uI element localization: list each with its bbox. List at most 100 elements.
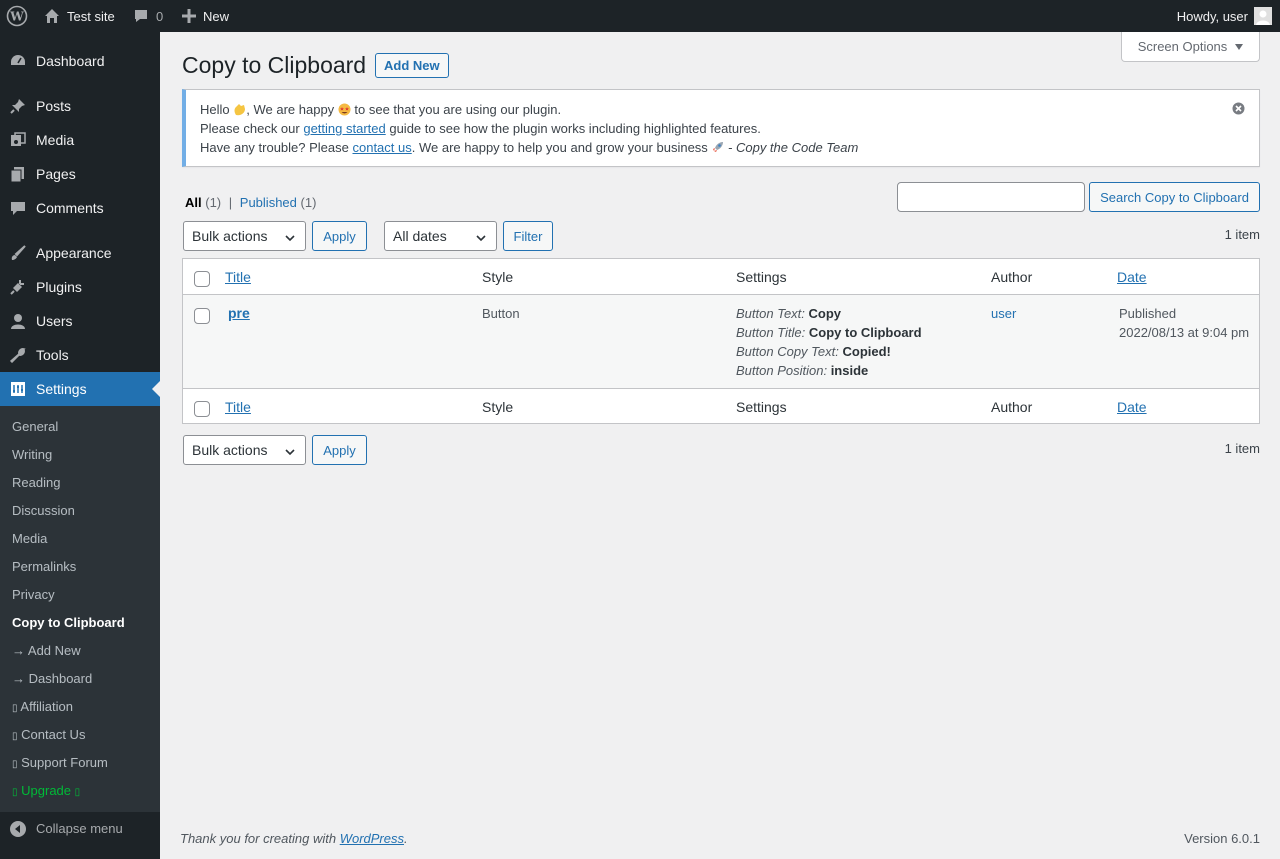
new-content-link[interactable]: New (182, 0, 229, 32)
screen-options-button[interactable]: Screen Options (1121, 32, 1260, 62)
submenu-permalinks[interactable]: Permalinks (12, 559, 76, 574)
chevron-down-icon (284, 445, 296, 461)
items-count-top: 1 item (1224, 227, 1260, 242)
account-menu[interactable]: Howdy, user (1177, 0, 1272, 32)
submenu-writing[interactable]: Writing (12, 447, 52, 462)
notice-line-2: Please check our getting started guide t… (200, 121, 761, 136)
comments-link[interactable]: 0 (133, 0, 163, 32)
settings-submenu: General Writing Reading Discussion Media… (0, 406, 160, 812)
admin-menu: Dashboard Posts Media Pages Comments App… (0, 32, 160, 859)
collapse-menu-button[interactable]: Collapse menu (0, 812, 160, 846)
external-link-icon: ▯ (74, 787, 81, 798)
caret-down-icon (1235, 43, 1244, 50)
row-checkbox[interactable] (194, 308, 210, 324)
column-date-sort-bottom[interactable]: Date (1117, 399, 1147, 415)
dismiss-notice-icon[interactable] (1232, 102, 1245, 118)
apply-button-bottom[interactable]: Apply (312, 435, 367, 465)
menu-posts[interactable]: Posts (0, 89, 160, 123)
setting-button-position: Button Position: inside (736, 363, 869, 378)
column-settings-bottom: Settings (736, 399, 787, 415)
rocket-icon (711, 141, 724, 154)
search-input[interactable] (897, 182, 1085, 212)
menu-settings[interactable]: Settings (0, 372, 160, 406)
bulk-actions-select-top[interactable]: Bulk actions (183, 221, 306, 251)
avatar (1254, 7, 1272, 25)
notice-line-1: Hello , We are happy to see that you are… (200, 102, 562, 117)
column-title-sort-bottom[interactable]: Title (225, 399, 251, 415)
menu-tools[interactable]: Tools (0, 338, 160, 372)
chevron-down-icon (475, 231, 487, 247)
wordpress-link[interactable]: WordPress (340, 831, 404, 846)
table-footer: Title Style Settings Author Date (183, 388, 1259, 424)
filter-published-link[interactable]: Published (240, 195, 297, 210)
forum-icon: ▯ (12, 759, 18, 770)
bulk-actions-select-bottom[interactable]: Bulk actions (183, 435, 306, 465)
setting-button-text: Button Text: Copy (736, 306, 842, 321)
menu-comments[interactable]: Comments (0, 191, 160, 225)
menu-dashboard[interactable]: Dashboard (0, 44, 160, 78)
setting-button-title: Button Title: Copy to Clipboard (736, 325, 922, 340)
user-icon (10, 313, 26, 329)
pages-icon (10, 166, 26, 183)
select-all-checkbox[interactable] (194, 271, 210, 287)
submenu-privacy[interactable]: Privacy (12, 587, 55, 602)
site-name-link[interactable]: Test site (44, 0, 115, 32)
star-eyes-emoji-icon (338, 103, 351, 116)
page-title: Copy to Clipboard (182, 52, 367, 78)
filter-button[interactable]: Filter (503, 221, 553, 251)
footer-thanks: Thank you for creating with WordPress. (180, 831, 408, 846)
column-author-bottom: Author (991, 399, 1033, 415)
filter-all-link[interactable]: All (185, 195, 202, 210)
submenu-support-forum[interactable]: ▯ Support Forum (12, 755, 108, 770)
contact-us-link[interactable]: contact us (352, 140, 411, 155)
footer-version: Version 6.0.1 (1184, 831, 1260, 846)
table-row: pre Button Button Text: Copy Button Titl… (183, 295, 1259, 388)
column-title-sort[interactable]: Title (225, 269, 251, 285)
setting-button-copy-text: Button Copy Text: Copied! (736, 344, 891, 359)
add-new-button[interactable]: Add New (375, 53, 449, 78)
column-settings: Settings (736, 269, 787, 285)
dashboard-icon (10, 53, 26, 69)
row-date-value: 2022/08/13 at 9:04 pm (1119, 325, 1250, 340)
select-all-checkbox-bottom[interactable] (194, 401, 210, 417)
column-author: Author (991, 269, 1033, 285)
wordpress-logo-icon[interactable]: W (6, 0, 30, 32)
row-date-status: Published (1119, 306, 1177, 321)
getting-started-link[interactable]: getting started (303, 121, 385, 136)
menu-users[interactable]: Users (0, 304, 160, 338)
submenu-dashboard[interactable]: → Dashboard (12, 671, 92, 686)
submenu-discussion[interactable]: Discussion (12, 503, 75, 518)
submenu-media[interactable]: Media (12, 531, 47, 546)
menu-media[interactable]: Media (0, 123, 160, 157)
submenu-reading[interactable]: Reading (12, 475, 60, 490)
plugin-icon (10, 279, 26, 295)
submenu-general[interactable]: General (12, 419, 58, 434)
home-icon (44, 8, 60, 24)
media-icon (10, 132, 26, 148)
row-title-link[interactable]: pre (228, 305, 250, 321)
collapse-arrow-icon (10, 821, 26, 840)
menu-pages[interactable]: Pages (0, 157, 160, 191)
svg-text:W: W (9, 10, 24, 24)
notice-line-3: Have any trouble? Please contact us. We … (200, 140, 859, 155)
settings-icon (10, 381, 26, 397)
date-filter-select[interactable]: All dates (384, 221, 497, 251)
column-style-bottom: Style (482, 399, 514, 415)
row-author-link[interactable]: user (991, 306, 1016, 321)
items-count-bottom: 1 item (1224, 441, 1260, 456)
posts-table: Title Style Settings Author Date pre But… (182, 258, 1260, 424)
submenu-add-new[interactable]: → Add New (12, 643, 81, 658)
column-date-sort[interactable]: Date (1117, 269, 1147, 285)
menu-appearance[interactable]: Appearance (0, 236, 160, 270)
submenu-affiliation[interactable]: ▯ Affiliation (12, 699, 73, 714)
submenu-copy-to-clipboard[interactable]: Copy to Clipboard (12, 615, 125, 630)
submenu-contact-us[interactable]: ▯ Contact Us (12, 727, 85, 742)
table-header: Title Style Settings Author Date (183, 259, 1259, 295)
menu-plugins[interactable]: Plugins (0, 270, 160, 304)
star-icon: ▯ (12, 787, 18, 798)
apply-button-top[interactable]: Apply (312, 221, 367, 251)
search-button[interactable]: Search Copy to Clipboard (1089, 182, 1260, 212)
chevron-down-icon (284, 231, 296, 247)
plus-icon (182, 9, 196, 23)
submenu-upgrade[interactable]: ▯ Upgrade ▯ (12, 783, 80, 798)
